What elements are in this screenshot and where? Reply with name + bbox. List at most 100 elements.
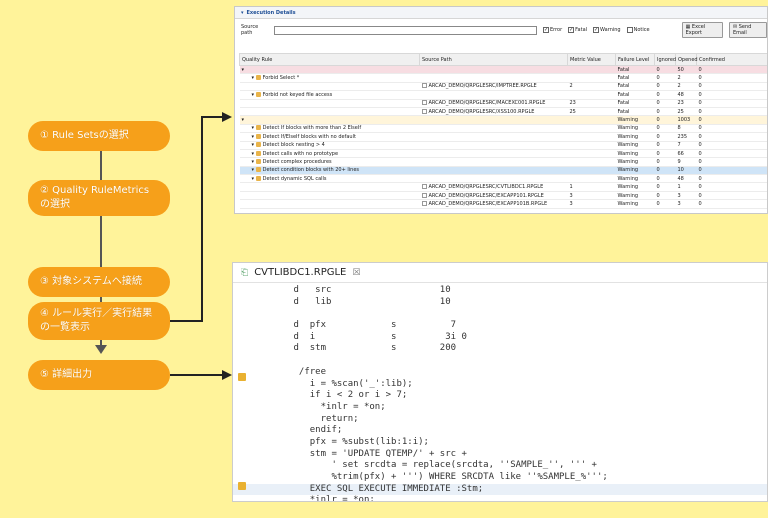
table-row[interactable]: ▾ Detect dynamic SQL calls Warning 0 48 0 [239, 174, 767, 184]
table-cell-ignored: 0 [654, 124, 676, 134]
execution-details-header[interactable]: ▾ Execution Details [235, 7, 767, 19]
rule-icon [255, 125, 261, 131]
warning-marker-icon[interactable] [238, 373, 246, 381]
rule-name: Detect dynamic SQL calls [262, 175, 327, 182]
filter-warning[interactable]: ✓ Warning [593, 27, 621, 33]
table-cell-opened: 48 [675, 90, 697, 100]
table-row[interactable]: ▾ Forbid not keyed file access Fatal 0 48 0 [239, 90, 767, 100]
table-cell-path [419, 174, 568, 184]
expand-chevron-icon[interactable]: ▾ [252, 167, 256, 173]
close-icon[interactable]: ☒ [352, 268, 360, 278]
connector-step4-arrow [222, 112, 232, 122]
filter-notice[interactable]: Notice [626, 27, 650, 33]
table-cell-level: Warning [615, 124, 655, 134]
table-cell-path [419, 141, 568, 150]
expand-chevron-icon[interactable]: ▾ [242, 67, 245, 73]
code-line[interactable]: d src 10 [233, 285, 767, 297]
expand-chevron-icon[interactable]: ▾ [252, 151, 256, 157]
table-row[interactable]: ▾ Detect condition blocks with 20+ lines… [239, 166, 767, 176]
code-line[interactable]: ' set srcdta = replace(srcdta, ''SAMPLE_… [233, 460, 767, 472]
table-cell-opened: 2 [675, 82, 697, 92]
table-row[interactable]: ▾ Detect If blocks with more than 2 Else… [239, 124, 767, 134]
table-cell-confirmed: 0 [696, 132, 767, 142]
table-row[interactable]: ▾ Fatal 0 50 0 [239, 65, 767, 75]
table-cell-level: Fatal [615, 65, 655, 75]
code-line[interactable]: i = %scan('_':lib); [233, 379, 767, 391]
send-email-button[interactable]: ✉ Send Email [728, 22, 767, 38]
table-row[interactable]: ARCAD_DEMO/QRPGLESRC/EXCAPP101B.RPGLE 3 Wa… [239, 199, 767, 209]
checkbox-icon[interactable]: ✓ [593, 27, 600, 33]
code-line[interactable]: d lib 10 [233, 297, 767, 309]
table-row[interactable]: ▾ Forbid Select * Fatal 0 2 0 [239, 73, 767, 83]
code-line[interactable]: d pfx s 7 [233, 320, 767, 332]
table-row[interactable]: ARCAD_DEMO/QRPGLESRC/EXCAPP101.RPGLE 3 War… [239, 191, 767, 201]
column-header[interactable]: Confirmed [696, 53, 767, 66]
checkbox-icon[interactable]: ✓ [568, 27, 575, 33]
table-cell-path [419, 65, 568, 75]
table-cell-rule: ▾ Forbid not keyed file access [239, 90, 420, 100]
expand-chevron-icon[interactable]: ▾ [252, 125, 256, 131]
table-row[interactable]: ARCAD_DEMO/QRPGLESRC/XSS100.RPGLE 25 Fatal… [239, 107, 767, 117]
table-cell-opened: 9 [675, 157, 697, 167]
code-line[interactable]: return; [233, 414, 767, 426]
table-row[interactable]: ▾ Detect calls with no prototype Warning 0… [239, 149, 767, 159]
table-row[interactable]: ARCAD_DEMO/QRPGLESRC/CVTLIBDC1.RPGLE 1 War… [239, 182, 767, 192]
code-line[interactable]: /free [233, 367, 767, 379]
connector-step5-h [170, 374, 223, 376]
warning-marker-icon[interactable] [238, 482, 246, 490]
table-row[interactable]: ▾ Detect If/ElseIf blocks with no defaul… [239, 132, 767, 142]
checkbox-icon[interactable]: ✓ [542, 27, 549, 33]
rule-name: Forbid not keyed file access [262, 91, 333, 98]
expand-chevron-icon[interactable]: ▾ [252, 92, 256, 98]
code-line[interactable] [233, 355, 767, 367]
column-header[interactable]: Failure Level [615, 53, 655, 66]
table-cell-confirmed: 0 [696, 199, 767, 209]
checkbox-icon[interactable] [626, 27, 633, 33]
editor-tab[interactable]: ⎗ CVTLIBDC1.RPGLE ☒ [233, 263, 767, 283]
column-header[interactable]: Source Path [419, 53, 568, 66]
code-line[interactable]: if i < 2 or i > 7; [233, 390, 767, 402]
code-area[interactable]: d src 10 d lib 10 d pfx s 7 d i s 3i 0 d… [233, 285, 767, 501]
source-path-input[interactable] [273, 25, 537, 35]
code-line[interactable]: d i s 3i 0 [233, 332, 767, 344]
table-row[interactable]: ▾ Detect block nesting > 4 Warning 0 7 0 [239, 141, 767, 150]
expand-chevron-icon[interactable]: ▾ [252, 142, 256, 148]
filter-fatal[interactable]: ✓ Fatal [568, 27, 587, 33]
source-path: ARCAD_DEMO/QRPGLESRC/EXCAPP101.RPGLE [428, 192, 544, 199]
table-row[interactable]: ▾ Warning 0 1003 0 [239, 115, 767, 125]
code-line[interactable]: *inlr = *on; [233, 402, 767, 414]
code-line[interactable]: d stm s 200 [233, 343, 767, 355]
code-line[interactable]: EXEC SQL EXECUTE IMMEDIATE :Stm; [233, 483, 767, 496]
expand-chevron-icon[interactable]: ▾ [252, 159, 256, 165]
table-cell-level: Warning [615, 157, 655, 167]
collapse-icon[interactable]: ▾ [241, 10, 244, 16]
table-cell-metric: 1 [567, 182, 616, 192]
table-row[interactable]: ARCAD_DEMO/QRPGLESRC/IMPTREE.RPGLE 2 Fatal… [239, 82, 767, 92]
table-cell-metric: 2 [567, 82, 616, 92]
table-row[interactable]: ARCAD_DEMO/QRPGLESRC/MACEXC001.RPGLE 23 Fa… [239, 99, 767, 108]
expand-chevron-icon[interactable]: ▾ [242, 117, 245, 123]
table-cell-rule [239, 182, 420, 192]
column-header[interactable]: Opened [675, 53, 698, 66]
rule-icon [255, 75, 261, 81]
expand-chevron-icon[interactable]: ▾ [252, 176, 256, 182]
table-row[interactable]: ▾ Detect complex procedures Warning 0 9 0 [239, 157, 767, 167]
column-header[interactable]: Quality Rule [239, 53, 420, 66]
table-cell-ignored: 0 [654, 149, 676, 159]
excel-export-button[interactable]: ▦ Excel Export [681, 22, 723, 38]
code-line[interactable]: endif; [233, 425, 767, 437]
column-header[interactable]: Ignored [654, 53, 676, 66]
code-line[interactable]: %trim(pfx) + ''') WHERE SRCDTA like ''%S… [233, 472, 767, 484]
connector-step4-h [170, 320, 202, 322]
code-line[interactable]: *inlr = *on; [233, 495, 767, 501]
column-header[interactable]: Metric Value [567, 53, 616, 66]
table-cell-rule: ▾ Detect dynamic SQL calls [239, 174, 420, 184]
code-line[interactable]: pfx = %subst(lib:1:i); [233, 437, 767, 449]
code-line[interactable] [233, 308, 767, 320]
table-cell-ignored: 0 [654, 99, 676, 108]
expand-chevron-icon[interactable]: ▾ [252, 75, 256, 81]
code-line[interactable]: stm = 'UPDATE QTEMP/' + src + [233, 449, 767, 461]
expand-chevron-icon[interactable]: ▾ [252, 134, 256, 140]
rule-name: Detect If/ElseIf blocks with no default [262, 133, 356, 140]
filter-error[interactable]: ✓ Error [542, 27, 562, 33]
